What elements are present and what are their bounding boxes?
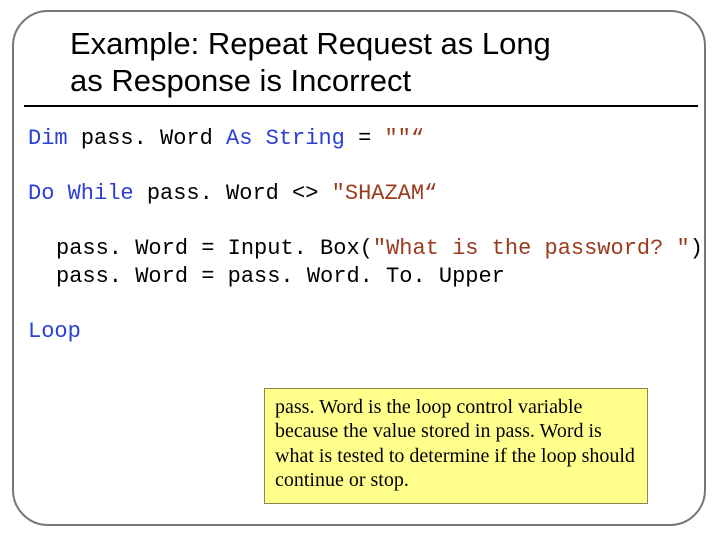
kw-as-string: As String bbox=[226, 126, 345, 151]
code-assign1-lhs: pass. Word = bbox=[56, 236, 228, 261]
title-underline bbox=[24, 105, 698, 107]
code-closeparen: ) bbox=[690, 236, 703, 261]
callout-box: pass. Word is the loop control variable … bbox=[264, 388, 648, 504]
code-neq: <> bbox=[279, 181, 332, 206]
slide-title: Example: Repeat Request as Long as Respo… bbox=[70, 26, 630, 99]
code-empty-string: ""“ bbox=[384, 126, 424, 151]
kw-do-while: Do While bbox=[28, 181, 134, 206]
title-block: Example: Repeat Request as Long as Respo… bbox=[70, 26, 630, 107]
code-prompt-string: "What is the password? " bbox=[373, 236, 690, 261]
slide-frame: Example: Repeat Request as Long as Respo… bbox=[12, 10, 706, 526]
code-cond-var: pass. Word bbox=[147, 181, 279, 206]
code-inputbox: Input. Box( bbox=[228, 236, 373, 261]
code-shazam: "SHAZAM“ bbox=[332, 181, 438, 206]
kw-dim: Dim bbox=[28, 126, 68, 151]
code-var-decl: pass. Word bbox=[81, 126, 213, 151]
code-assign2: pass. Word = pass. Word. To. Upper bbox=[56, 264, 505, 289]
kw-loop: Loop bbox=[28, 319, 81, 344]
code-eq: = bbox=[345, 126, 385, 151]
title-line-1: Example: Repeat Request as Long bbox=[70, 26, 551, 61]
title-line-2: as Response is Incorrect bbox=[70, 63, 411, 98]
code-block: Dim pass. Word As String = ""“ Do While … bbox=[28, 125, 704, 345]
callout-text: pass. Word is the loop control variable … bbox=[275, 396, 635, 491]
